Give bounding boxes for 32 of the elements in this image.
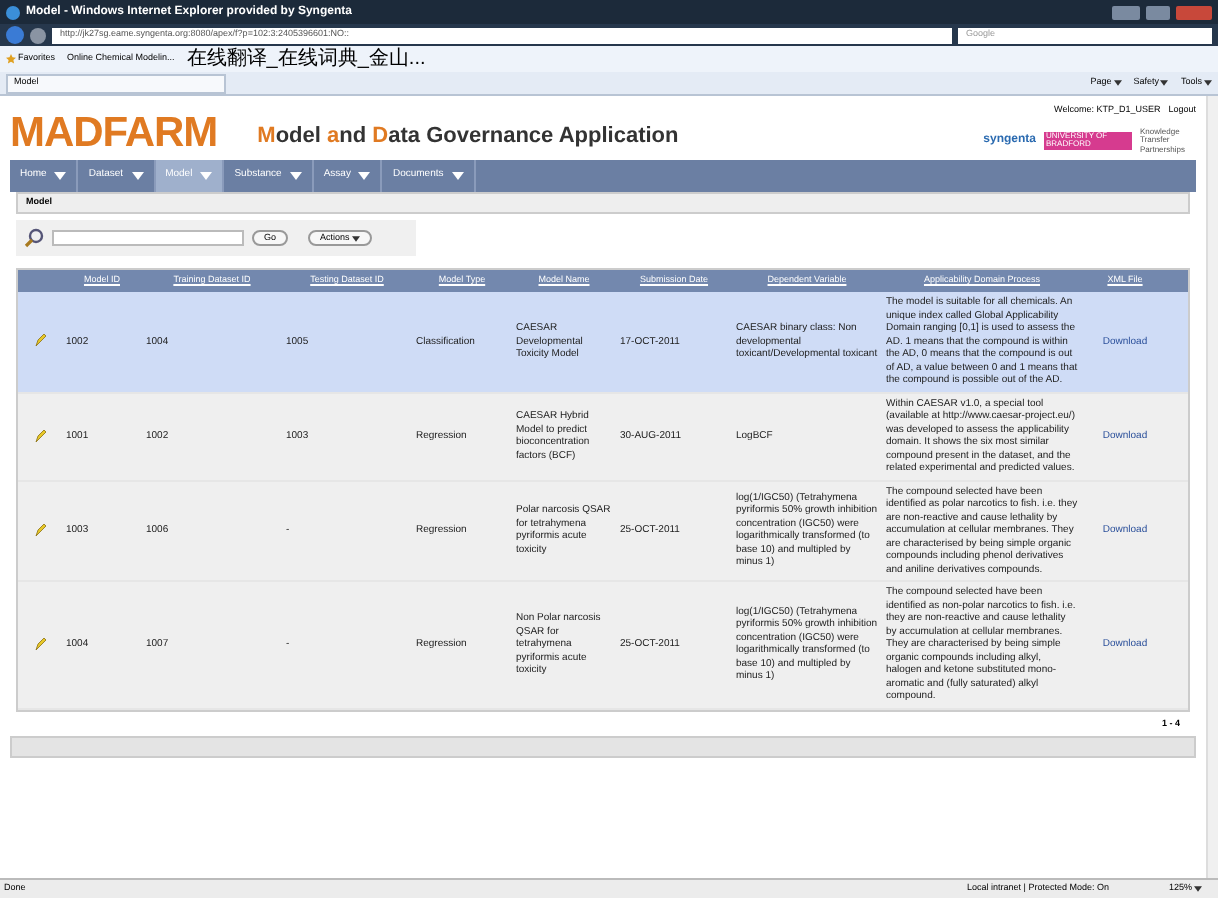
close-button[interactable] — [1176, 5, 1212, 19]
favorite-link[interactable]: 在线翻译_在线词典_金山... — [186, 49, 426, 69]
minimize-button[interactable] — [1112, 5, 1140, 19]
logo: MADFARM — [10, 112, 218, 154]
caret-icon — [1160, 80, 1169, 86]
search-icon — [24, 228, 44, 248]
app-title: Model and Data Governance Application — [257, 121, 679, 151]
scrollbar[interactable] — [1206, 96, 1218, 878]
caret-icon — [1194, 886, 1202, 892]
back-button[interactable] — [6, 26, 24, 44]
table-row[interactable] — [18, 292, 1188, 393]
pencil-icon[interactable] — [33, 429, 47, 443]
caret-icon — [200, 172, 213, 180]
pencil-icon[interactable] — [33, 334, 47, 349]
caret-icon — [54, 172, 67, 180]
search-field[interactable] — [52, 230, 244, 246]
caret-icon — [351, 235, 360, 241]
caret-icon — [1204, 80, 1212, 86]
caret-icon — [358, 172, 371, 180]
maximize-button[interactable] — [1146, 5, 1170, 19]
caret-icon — [289, 172, 302, 180]
table-row[interactable] — [18, 582, 1188, 709]
forward-button[interactable] — [30, 27, 46, 43]
table-row[interactable] — [18, 481, 1188, 582]
star-icon — [6, 54, 16, 64]
caret-icon — [131, 172, 144, 180]
table-row[interactable] — [18, 393, 1188, 481]
pencil-icon[interactable] — [33, 637, 47, 652]
pencil-icon[interactable] — [33, 523, 47, 538]
caret-icon — [451, 172, 464, 180]
caret-icon — [1113, 80, 1122, 86]
browser-icon — [6, 5, 20, 19]
